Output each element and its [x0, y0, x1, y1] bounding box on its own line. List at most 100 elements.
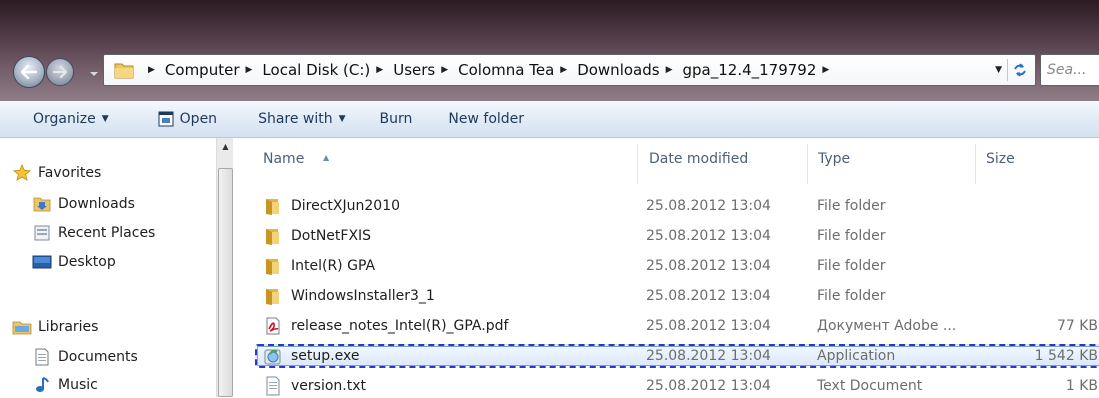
file-name: DotNetFXIS [291, 228, 372, 244]
breadcrumb-downloads[interactable]: Downloads ▶ [577, 61, 682, 79]
music-note-icon [32, 376, 52, 394]
star-icon [12, 164, 32, 182]
nav-label: Recent Places [58, 225, 156, 241]
refresh-button[interactable] [1007, 59, 1031, 81]
file-name: setup.exe [291, 348, 360, 364]
file-row[interactable]: release_notes_Intel(R)_GPA.pdf 25.08.201… [257, 314, 1099, 338]
file-date: 25.08.2012 13:04 [646, 228, 771, 244]
file-row[interactable]: WindowsInstaller3_1 25.08.2012 13:04 Fil… [257, 284, 1099, 308]
nav-item-music[interactable]: Music [32, 376, 98, 394]
folder-icon [263, 286, 283, 306]
file-row[interactable]: DotNetFXIS 25.08.2012 13:04 File folder [257, 224, 1099, 248]
file-date: 25.08.2012 13:04 [646, 288, 771, 304]
new-folder-button[interactable]: New folder [448, 101, 524, 137]
pdf-icon [263, 316, 283, 336]
file-row-selected[interactable]: setup.exe 25.08.2012 13:04 Application 1… [255, 344, 1099, 368]
open-button[interactable]: Open [158, 101, 217, 137]
scrollbar-thumb[interactable] [218, 168, 233, 397]
nav-item-downloads[interactable]: Downloads [32, 195, 135, 213]
file-date: 25.08.2012 13:04 [646, 348, 771, 364]
file-name: Intel(R) GPA [291, 258, 376, 274]
file-size: 77 KB [1056, 318, 1098, 334]
nav-pane-scrollbar[interactable]: ▲ [216, 138, 233, 397]
text-file-icon [263, 376, 283, 396]
sort-ascending-icon: ▲ [323, 153, 330, 162]
file-row[interactable]: DirectXJun2010 25.08.2012 13:04 File fol… [257, 194, 1099, 218]
burn-label: Burn [379, 111, 413, 127]
column-header-label: Type [818, 151, 851, 167]
breadcrumb-local-disk[interactable]: Local Disk (C:) ▶ [262, 61, 393, 79]
address-history-dropdown-icon[interactable]: ▼ [995, 65, 1002, 75]
organize-button[interactable]: Organize ▼ [33, 101, 109, 137]
column-header-date-modified[interactable]: Date modified [649, 151, 748, 167]
nav-item-libraries[interactable]: Libraries [12, 318, 98, 336]
nav-label: Documents [58, 349, 138, 365]
chevron-down-icon: ▼ [338, 114, 346, 124]
desktop-icon [32, 253, 52, 271]
file-type: Text Document [817, 378, 923, 394]
file-date: 25.08.2012 13:04 [646, 378, 771, 394]
breadcrumb-label: Local Disk (C:) [262, 61, 371, 79]
back-button[interactable] [13, 56, 45, 88]
forward-arrow-icon [53, 66, 67, 78]
folder-icon [263, 226, 283, 246]
nav-item-recent-places[interactable]: Recent Places [32, 224, 155, 242]
file-row[interactable]: Intel(R) GPA 25.08.2012 13:04 File folde… [257, 254, 1099, 278]
column-divider[interactable] [637, 144, 638, 184]
forward-button[interactable] [46, 58, 74, 86]
file-name: DirectXJun2010 [291, 198, 401, 214]
nav-label: Libraries [38, 319, 99, 335]
document-icon [32, 348, 52, 366]
recent-places-icon [32, 224, 52, 242]
share-with-button[interactable]: Share with ▼ [258, 101, 345, 137]
file-type: File folder [817, 228, 886, 244]
nav-item-desktop[interactable]: Desktop [32, 253, 116, 271]
nav-label: Desktop [58, 254, 116, 270]
breadcrumb-label: Users [393, 61, 436, 79]
breadcrumb-users[interactable]: Users ▶ [393, 61, 458, 79]
breadcrumb-computer[interactable]: Computer ▶ [165, 61, 263, 79]
chevron-down-icon: ▼ [101, 114, 109, 124]
folder-icon [263, 196, 283, 216]
address-bar[interactable]: ▶ Computer ▶ Local Disk (C:) ▶ Users ▶ Colo… [103, 54, 1036, 86]
nav-label: Favorites [38, 165, 102, 181]
refresh-icon [1013, 63, 1026, 77]
recent-pages-dropdown-icon[interactable] [88, 68, 100, 80]
libraries-icon [12, 318, 32, 336]
burn-button[interactable]: Burn [380, 101, 413, 137]
file-type: Application [817, 348, 896, 364]
breadcrumb-separator[interactable]: ▶ [142, 65, 165, 75]
file-row[interactable]: version.txt 25.08.2012 13:04 Text Docume… [257, 374, 1099, 398]
setup-exe-icon [263, 346, 283, 366]
column-header-label: Date modified [649, 151, 749, 167]
breadcrumb-label: Downloads [577, 61, 660, 79]
file-type: File folder [817, 258, 886, 274]
column-header-type[interactable]: Type [818, 151, 850, 167]
file-name: WindowsInstaller3_1 [291, 288, 435, 304]
breadcrumb-gpa-folder[interactable]: gpa_12.4_179792 ▶ [683, 61, 840, 79]
share-with-label: Share with [258, 111, 333, 127]
new-folder-label: New folder [448, 111, 525, 127]
column-header-size[interactable]: Size [986, 151, 1015, 167]
back-arrow-icon [21, 65, 37, 79]
file-date: 25.08.2012 13:04 [646, 198, 771, 214]
downloads-folder-icon [32, 195, 52, 213]
file-name: version.txt [291, 378, 366, 394]
column-divider[interactable] [975, 144, 976, 184]
file-date: 25.08.2012 13:04 [646, 258, 771, 274]
nav-item-documents[interactable]: Documents [32, 348, 138, 366]
breadcrumb-user-folder[interactable]: Colomna Tea ▶ [458, 61, 577, 79]
window-title-area: ▶ Computer ▶ Local Disk (C:) ▶ Users ▶ Colo… [0, 0, 1099, 101]
scroll-up-arrow-icon[interactable]: ▲ [217, 138, 234, 155]
column-header-name[interactable]: ▲ Name [263, 151, 329, 167]
file-size: 1 542 KB [1034, 348, 1098, 364]
file-type: File folder [817, 198, 886, 214]
search-input[interactable]: Sea... [1040, 54, 1099, 86]
nav-item-favorites[interactable]: Favorites [12, 164, 101, 182]
column-divider[interactable] [807, 144, 808, 184]
open-label: Open [179, 111, 218, 127]
nav-label: Music [58, 377, 98, 393]
column-header-label: Name [263, 151, 305, 167]
file-list: ▲ Name Date modified Type Size DirectXJu… [233, 138, 1099, 397]
column-header-label: Size [986, 151, 1015, 167]
